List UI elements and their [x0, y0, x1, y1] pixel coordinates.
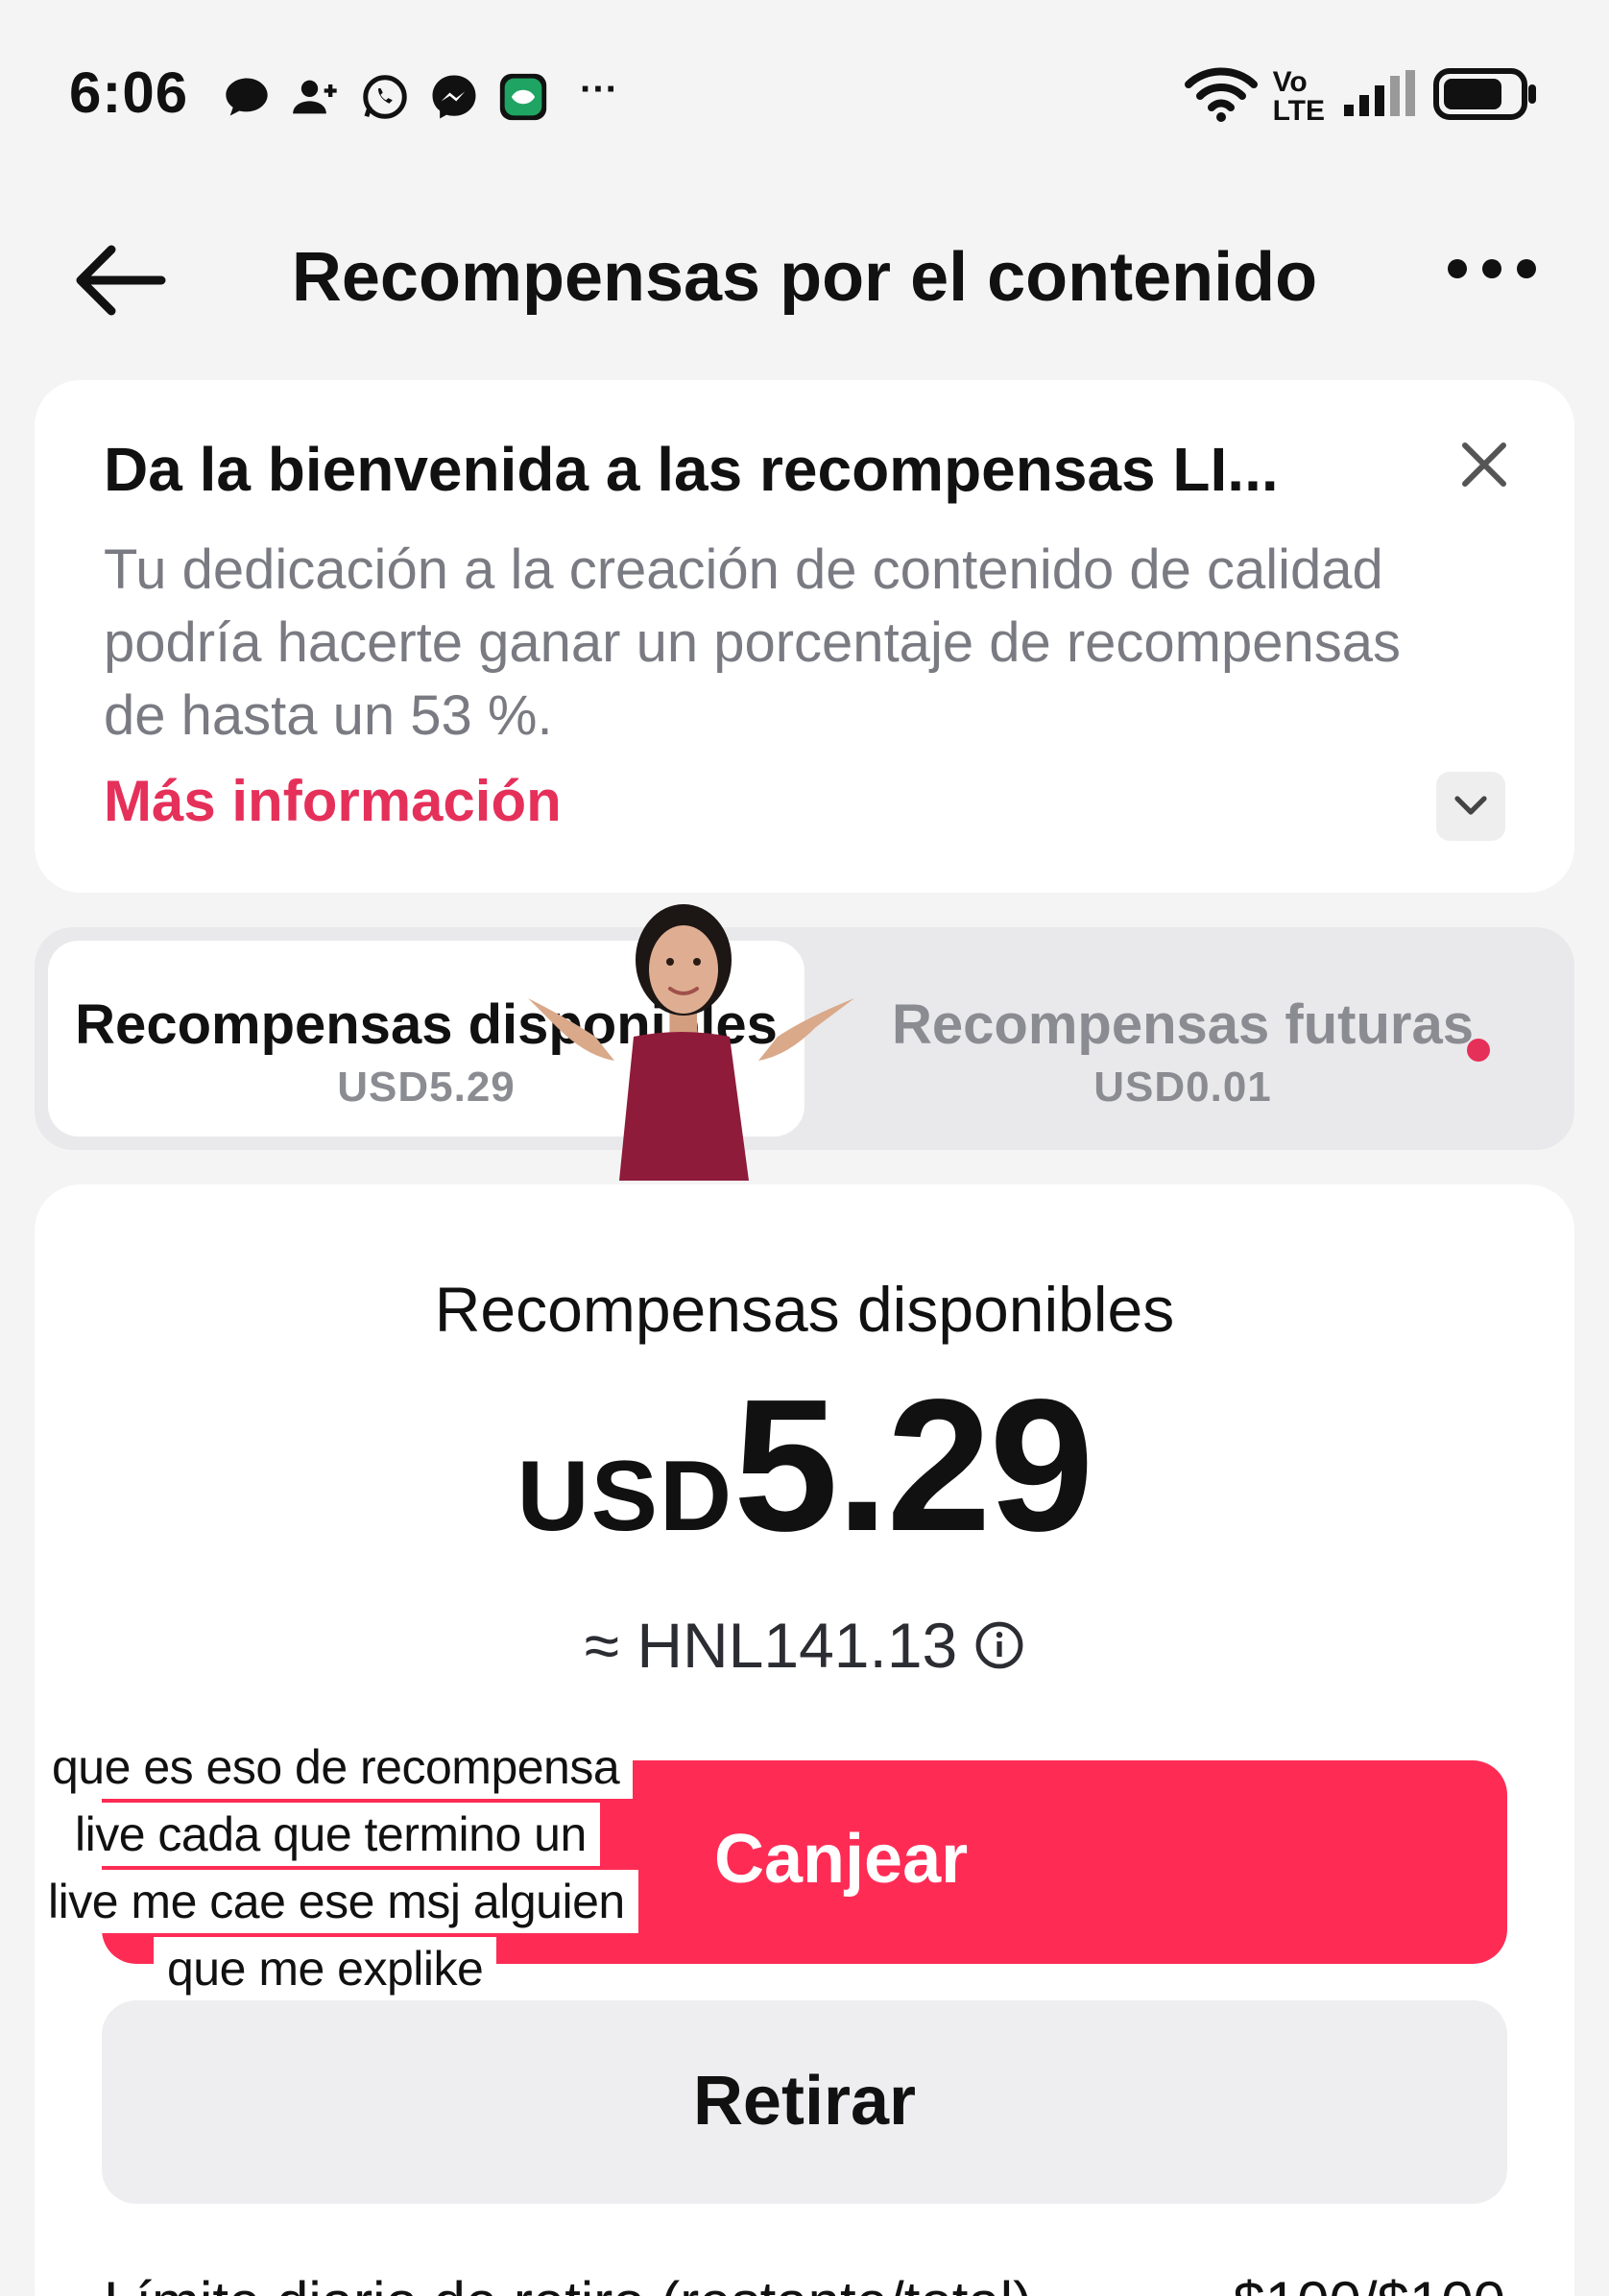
notification-icons: ···: [219, 67, 618, 125]
amount-currency: USD: [516, 1441, 734, 1552]
limit-value: $100/$100: [1233, 2269, 1505, 2296]
notification-dot: [1467, 1039, 1490, 1062]
comment-line: que es eso de recompensa: [38, 1735, 634, 1799]
presenter-figure: [528, 904, 854, 1181]
header: Recompensas por el contenido: [0, 202, 1609, 346]
more-notifications-indicator: ···: [580, 67, 618, 110]
reward-amount: USD5.29: [35, 1357, 1574, 1573]
available-rewards-title: Recompensas disponibles: [434, 1274, 1175, 1345]
close-icon: [1462, 442, 1506, 487]
messenger-icon: [426, 69, 482, 125]
app-badge-icon: [495, 69, 551, 125]
volte-indicator: Vo LTE: [1272, 65, 1325, 127]
tab-label: Recompensas futuras: [892, 993, 1474, 1056]
local-currency-amount: ≈ HNL141.13: [35, 1609, 1574, 1682]
local-amount-text: ≈ HNL141.13: [584, 1610, 958, 1681]
status-bar: 6:06 ··· Vo LTE: [0, 0, 1609, 192]
comment-line: live cada que termino un: [61, 1803, 600, 1866]
more-options-button[interactable]: [1444, 240, 1540, 298]
system-icons: Vo LTE: [1184, 65, 1540, 128]
signal-icon: [1340, 70, 1417, 123]
chat-bubble-icon: [219, 69, 275, 125]
status-time: 6:06: [69, 60, 189, 125]
tab-amount: USD0.01: [1093, 1064, 1272, 1111]
welcome-card: Da la bienvenida a las recompensas LI...…: [35, 380, 1574, 893]
comment-sticker: que es eso de recompensa live cada que t…: [35, 1735, 668, 2020]
volte-label-top: Vo: [1272, 65, 1308, 98]
comment-line: que me explike: [154, 1937, 497, 2000]
redeem-label: Canjear: [714, 1821, 969, 1898]
expand-button[interactable]: [1436, 772, 1505, 841]
wifi-icon: [1184, 65, 1258, 128]
more-info-link[interactable]: Más información: [104, 768, 562, 834]
page-title: Recompensas por el contenido: [291, 239, 1318, 316]
welcome-title: Da la bienvenida a las recompensas LI...: [104, 435, 1279, 504]
battery-icon: [1432, 67, 1540, 126]
close-welcome-button[interactable]: [1457, 438, 1511, 491]
withdraw-label: Retirar: [692, 2063, 917, 2140]
chevron-down-icon: [1454, 796, 1487, 815]
more-horizontal-icon: [1448, 259, 1536, 278]
daily-withdraw-limit: Límite diario de retiro (restante/total)…: [104, 2269, 1505, 2296]
volte-label-bottom: LTE: [1272, 94, 1325, 127]
withdraw-button[interactable]: Retirar: [102, 2000, 1507, 2204]
info-icon[interactable]: [974, 1620, 1024, 1670]
whatsapp-icon: [357, 69, 413, 125]
comment-line: live me cae ese msj alguien: [35, 1870, 638, 1933]
tab-future-rewards[interactable]: Recompensas futuras USD0.01: [804, 941, 1561, 1136]
presenter-cutout: [499, 893, 864, 1181]
welcome-description: Tu dedicación a la creación de contenido…: [104, 538, 1401, 747]
amount-value: 5.29: [733, 1360, 1093, 1570]
limit-label: Límite diario de retiro (restante/total): [104, 2269, 1032, 2296]
add-contact-icon: [288, 69, 344, 125]
